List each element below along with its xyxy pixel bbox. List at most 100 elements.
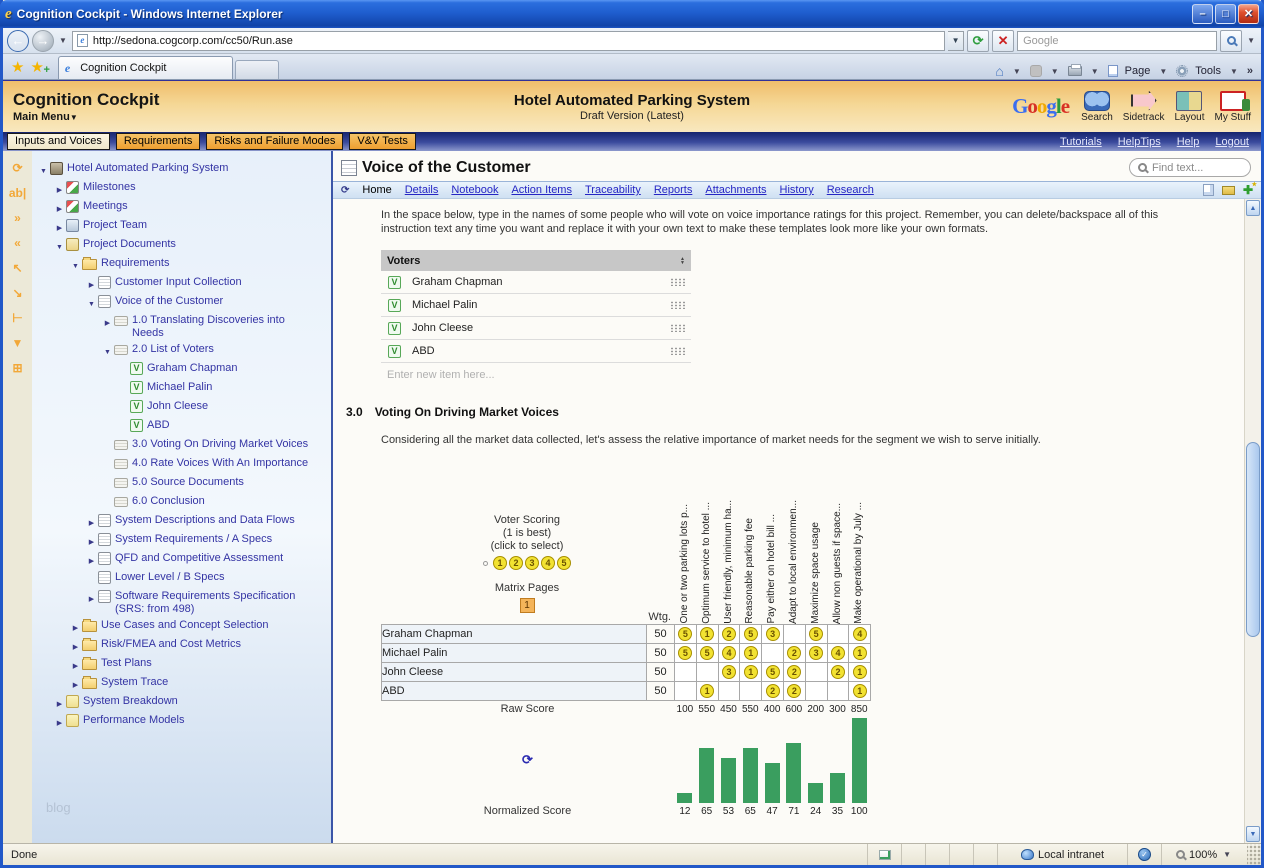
score-option-5[interactable]: 5 — [557, 556, 571, 570]
help-link-help[interactable]: Help — [1177, 136, 1200, 148]
score-cell[interactable]: 1 — [739, 643, 763, 663]
voter-check-icon[interactable]: V — [388, 298, 401, 312]
tree-item-system-breakdown[interactable]: ▶ System Breakdown — [32, 692, 331, 711]
phishing-filter-icon[interactable]: ✓ — [1138, 848, 1151, 861]
tree-expander-icon[interactable]: ▶ — [86, 590, 97, 606]
feeds-icon[interactable] — [1029, 65, 1042, 77]
score-cell[interactable]: 2 — [761, 681, 784, 701]
tree-expander-icon[interactable]: ▶ — [54, 200, 65, 216]
score-option-2[interactable]: 2 — [509, 556, 523, 570]
score-cell[interactable] — [826, 624, 850, 644]
tree-expander-icon[interactable]: ▼ — [54, 238, 65, 254]
score-cell[interactable] — [695, 662, 719, 682]
score-cell[interactable]: 2 — [717, 624, 741, 644]
score-cell[interactable] — [804, 662, 828, 682]
tree-item-3-0-voting-on-driving-market-voices[interactable]: 3.0 Voting On Driving Market Voices — [32, 435, 331, 454]
tree-expander-icon[interactable]: ▶ — [70, 638, 81, 654]
tree-expander-icon[interactable]: ▶ — [70, 657, 81, 673]
score-cell[interactable] — [717, 681, 741, 701]
score-cell[interactable]: 5 — [674, 624, 697, 644]
feeds-caret[interactable]: ▼ — [1049, 67, 1061, 76]
tree-expander-icon[interactable]: ▶ — [86, 533, 97, 549]
score-cell[interactable]: 4 — [826, 643, 850, 663]
score-cell[interactable]: 1 — [848, 643, 872, 663]
header-tool-layout[interactable]: Layout — [1174, 90, 1205, 123]
score-cell[interactable]: 3 — [717, 662, 741, 682]
zoom-control[interactable]: 100% ▼ — [1161, 844, 1247, 865]
doc-refresh-icon[interactable]: ⟳ — [341, 185, 349, 196]
voter-check-icon[interactable]: V — [388, 321, 401, 335]
page-menu-icon[interactable] — [1107, 65, 1118, 77]
new-tab-stub[interactable] — [234, 60, 279, 79]
doc-menu-research[interactable]: Research — [827, 184, 874, 196]
favorites-star-icon[interactable]: ★ — [7, 57, 28, 79]
menu-item-home[interactable]: Home — [362, 184, 391, 196]
score-cell[interactable] — [674, 681, 697, 701]
google-logo[interactable]: Google — [1012, 94, 1070, 119]
tree-expander-icon[interactable]: ▶ — [86, 514, 97, 530]
tools-caret[interactable]: ▼ — [1228, 67, 1240, 76]
recalc-icon[interactable]: ⟳ — [522, 752, 533, 767]
module-tab-v-v-tests[interactable]: V&V Tests — [349, 133, 416, 150]
score-row-wtg[interactable]: 50 — [646, 681, 675, 701]
score-option-3[interactable]: 3 — [525, 556, 539, 570]
tree-item-system-requirements-a-specs[interactable]: ▶ System Requirements / A Specs — [32, 530, 331, 549]
tree-item-lower-level-b-specs[interactable]: Lower Level / B Specs — [32, 568, 331, 587]
tree-item-hotel-automated-parking-system[interactable]: ▼ Hotel Automated Parking System — [32, 159, 331, 178]
score-option-4[interactable]: 4 — [541, 556, 555, 570]
tree-expander-icon[interactable]: ▶ — [54, 219, 65, 235]
tree-item-use-cases-and-concept-selection[interactable]: ▶ Use Cases and Concept Selection — [32, 616, 331, 635]
header-tool-my-stuff[interactable]: My Stuff — [1215, 90, 1251, 123]
voter-check-icon[interactable]: V — [388, 344, 401, 358]
demote-icon[interactable]: ↘ — [12, 286, 22, 300]
tools-menu-label[interactable]: Tools — [1195, 65, 1221, 77]
help-link-logout[interactable]: Logout — [1215, 136, 1249, 148]
score-cell[interactable]: 2 — [782, 681, 806, 701]
main-menu-button[interactable]: Main Menu▼ — [13, 111, 159, 123]
rename-icon[interactable]: ab| — [9, 186, 26, 200]
voter-row-john-cleese[interactable]: V John Cleese — [381, 317, 691, 340]
back-button[interactable]: ← — [7, 29, 29, 52]
tree-item-system-trace[interactable]: ▶ System Trace — [32, 673, 331, 692]
refresh-icon[interactable]: ⟳ — [12, 161, 22, 175]
add-item-icon[interactable]: ✚ — [1243, 181, 1257, 197]
scroll-thumb[interactable] — [1246, 442, 1260, 637]
clear-score-radio[interactable] — [483, 560, 488, 566]
expand-all-icon[interactable]: » — [14, 211, 21, 225]
sort-icon[interactable]: ▲ ▼ — [680, 256, 685, 265]
drag-handle-icon[interactable] — [670, 347, 685, 355]
search-options-caret[interactable]: ▼ — [1245, 36, 1257, 45]
score-cell[interactable] — [782, 624, 806, 644]
score-cell[interactable] — [674, 662, 697, 682]
tree-item-qfd-and-competitive-assessment[interactable]: ▶ QFD and Competitive Assessment — [32, 549, 331, 568]
address-input[interactable]: e http://sedona.cogcorp.com/cc50/Run.ase — [71, 30, 946, 51]
search-go-button[interactable] — [1220, 29, 1243, 52]
new-item-input[interactable]: Enter new item here... — [381, 363, 691, 381]
tree-item-risk-fmea-and-cost-metrics[interactable]: ▶ Risk/FMEA and Cost Metrics — [32, 635, 331, 654]
score-cell[interactable]: 3 — [804, 643, 828, 663]
tree-expander-icon[interactable]: ▶ — [70, 619, 81, 635]
tree-item-customer-input-collection[interactable]: ▶ Customer Input Collection — [32, 273, 331, 292]
tree-item-graham-chapman[interactable]: V Graham Chapman — [32, 359, 331, 378]
score-row-wtg[interactable]: 50 — [646, 624, 675, 644]
score-option-1[interactable]: 1 — [493, 556, 507, 570]
drag-handle-icon[interactable] — [670, 278, 685, 286]
tree-item-4-0-rate-voices-with-an-importance[interactable]: 4.0 Rate Voices With An Importance — [32, 454, 331, 473]
score-cell[interactable] — [739, 681, 763, 701]
voter-row-michael-palin[interactable]: V Michael Palin — [381, 294, 691, 317]
filter-icon[interactable]: ▼ — [12, 336, 24, 350]
resize-grip[interactable] — [1247, 844, 1261, 865]
minimize-button[interactable]: – — [1192, 4, 1213, 24]
module-tab-requirements[interactable]: Requirements — [115, 133, 201, 150]
collapse-all-icon[interactable]: « — [14, 236, 21, 250]
promote-icon[interactable]: ↖ — [12, 261, 22, 275]
help-link-tutorials[interactable]: Tutorials — [1060, 136, 1102, 148]
vertical-scrollbar[interactable]: ▲ ▼ — [1244, 199, 1261, 843]
tree-item-performance-models[interactable]: ▶ Performance Models — [32, 711, 331, 730]
score-cell[interactable]: 5 — [739, 624, 763, 644]
refresh-button[interactable]: ⟳ — [967, 29, 990, 52]
doc-menu-reports[interactable]: Reports — [654, 184, 693, 196]
tree-item-voice-of-the-customer[interactable]: ▼ Voice of the Customer — [32, 292, 331, 311]
tree-item-system-descriptions-and-data-flows[interactable]: ▶ System Descriptions and Data Flows — [32, 511, 331, 530]
web-search-input[interactable]: Google — [1017, 30, 1218, 51]
